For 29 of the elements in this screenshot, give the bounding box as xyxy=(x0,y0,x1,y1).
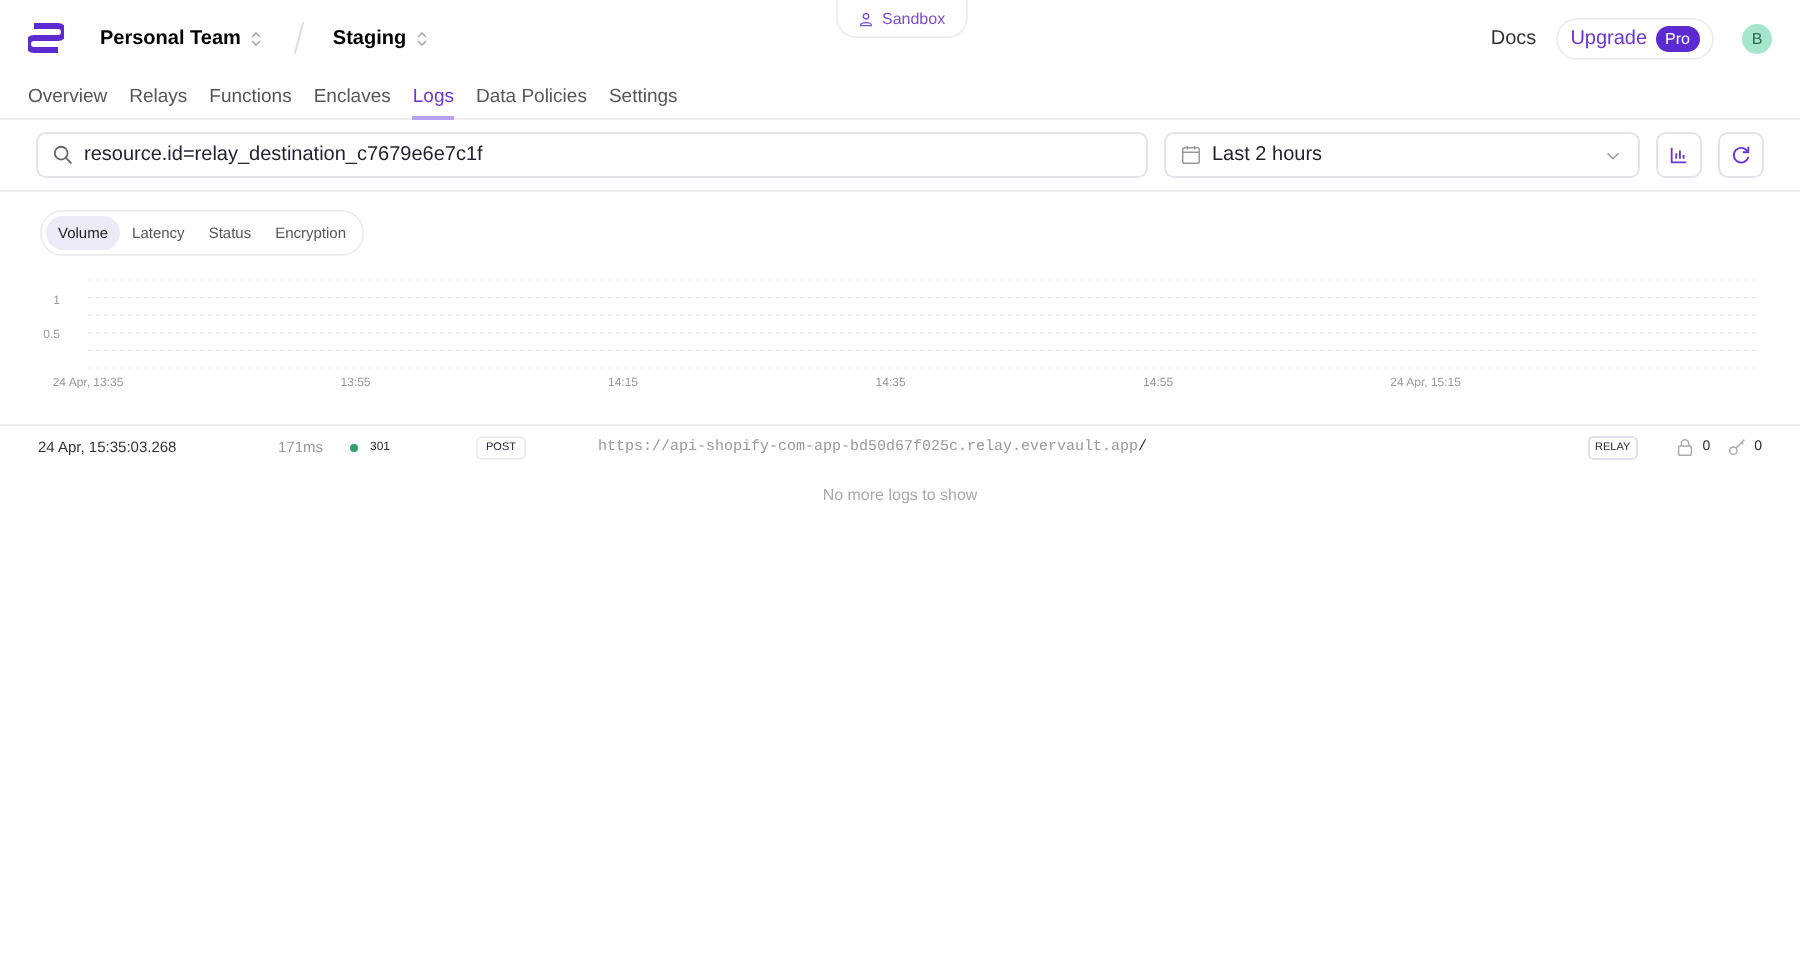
sandbox-tab[interactable]: Sandbox xyxy=(836,0,968,38)
upgrade-button[interactable]: Upgrade Pro xyxy=(1556,17,1714,59)
empty-message: No more logs to show xyxy=(820,486,980,504)
lock-icon xyxy=(1674,436,1697,458)
chart-toggle-button[interactable] xyxy=(1656,132,1702,178)
nav-tab[interactable]: Relays xyxy=(129,76,188,120)
key-icon xyxy=(1726,436,1749,458)
nav-tab[interactable]: Data Policies xyxy=(476,76,587,120)
logo-icon xyxy=(28,20,64,56)
nav-tab[interactable]: Functions xyxy=(209,76,292,120)
chevron-icon xyxy=(416,29,429,47)
chevron-icon xyxy=(250,29,263,47)
nav-tab[interactable]: Logs xyxy=(412,76,454,120)
nav-tab[interactable]: Overview xyxy=(28,76,108,120)
user-avatar[interactable]: B xyxy=(1742,23,1772,53)
search-field[interactable]: resource.id=relay_destination_c7679e6e7c1f xyxy=(36,132,1148,178)
refresh-icon xyxy=(1730,144,1752,166)
time-range-dropdown[interactable]: Last 2 hours xyxy=(1164,132,1640,178)
refresh-button[interactable] xyxy=(1718,132,1764,178)
plan-badge: Pro xyxy=(1655,25,1700,51)
nav-tab[interactable]: Settings xyxy=(608,76,678,120)
nav-tab[interactable]: Enclaves xyxy=(313,76,391,120)
calendar-icon xyxy=(1180,144,1202,166)
person-icon xyxy=(858,7,874,29)
search-icon xyxy=(52,144,74,166)
environment-switcher[interactable]: Staging xyxy=(320,25,441,51)
team-switcher[interactable]: Personal Team xyxy=(88,25,275,51)
docs-link[interactable]: Docs xyxy=(1490,27,1537,49)
bar-chart-icon xyxy=(1668,144,1690,166)
